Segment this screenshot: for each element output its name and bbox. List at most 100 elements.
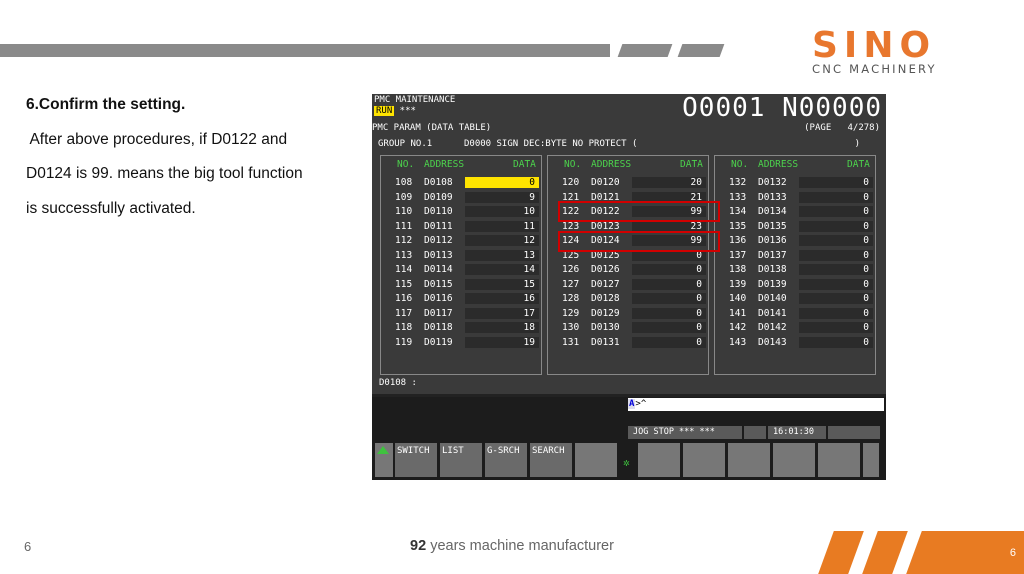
row-value[interactable]: 18 bbox=[465, 322, 539, 333]
row-value[interactable]: 0 bbox=[799, 336, 873, 348]
row-value[interactable]: 13 bbox=[465, 249, 539, 261]
table-row[interactable]: 111 D0111 11 bbox=[381, 220, 541, 235]
table-row[interactable]: 133 D0133 0 bbox=[715, 191, 875, 206]
table-row[interactable]: 142 D0142 0 bbox=[715, 322, 875, 336]
row-number: 142 bbox=[729, 322, 747, 333]
row-number: 110 bbox=[395, 206, 413, 217]
row-value[interactable]: 0 bbox=[632, 307, 706, 319]
table-row[interactable]: 130 D0130 0 bbox=[548, 322, 708, 336]
table-row[interactable]: 136 D0136 0 bbox=[715, 235, 875, 249]
table-row[interactable]: 127 D0127 0 bbox=[548, 278, 708, 293]
softkey-empty[interactable] bbox=[683, 443, 725, 477]
header-bar bbox=[0, 44, 610, 57]
table-row[interactable]: 110 D0110 10 bbox=[381, 206, 541, 220]
table-row[interactable]: 109 D0109 9 bbox=[381, 191, 541, 206]
table-row[interactable]: 117 D0117 17 bbox=[381, 307, 541, 322]
softkey-empty[interactable] bbox=[818, 443, 860, 477]
row-value[interactable]: 17 bbox=[465, 307, 539, 319]
row-address: D0140 bbox=[758, 293, 787, 304]
table-row[interactable]: 137 D0137 0 bbox=[715, 249, 875, 264]
row-value[interactable]: 15 bbox=[465, 278, 539, 290]
table-row[interactable]: 132 D0132 0 bbox=[715, 177, 875, 191]
row-value[interactable]: 0 bbox=[799, 264, 873, 275]
row-value[interactable]: 0 bbox=[465, 177, 539, 188]
row-value[interactable]: 19 bbox=[465, 336, 539, 348]
header-no: NO. bbox=[397, 159, 415, 170]
key-input-field[interactable]: A>^ bbox=[628, 398, 884, 411]
status-blank bbox=[828, 426, 880, 439]
table-row[interactable]: 128 D0128 0 bbox=[548, 293, 708, 307]
softkey-empty[interactable] bbox=[728, 443, 770, 477]
table-row[interactable]: 138 D0138 0 bbox=[715, 264, 875, 278]
gear-icon: ✲ bbox=[623, 456, 630, 469]
row-value[interactable]: 0 bbox=[799, 307, 873, 319]
table-row[interactable]: 116 D0116 16 bbox=[381, 293, 541, 307]
row-value[interactable]: 0 bbox=[799, 235, 873, 246]
slide-paragraph-line: is successfully activated. bbox=[26, 199, 196, 217]
row-value[interactable]: 0 bbox=[799, 249, 873, 261]
row-value[interactable]: 14 bbox=[465, 264, 539, 275]
table-row[interactable]: 108 D0108 0 bbox=[381, 177, 541, 191]
corner-number: 6 bbox=[1009, 547, 1016, 559]
row-value[interactable]: 0 bbox=[799, 191, 873, 203]
row-number: 120 bbox=[562, 177, 580, 188]
row-number: 133 bbox=[729, 191, 747, 203]
row-value[interactable]: 23 bbox=[632, 220, 706, 232]
row-address: D0114 bbox=[424, 264, 453, 275]
softkey-search[interactable]: SEARCH bbox=[530, 443, 572, 477]
row-value[interactable]: 0 bbox=[799, 177, 873, 188]
softkey-empty[interactable] bbox=[638, 443, 680, 477]
table-row[interactable]: 131 D0131 0 bbox=[548, 336, 708, 351]
table-row[interactable]: 141 D0141 0 bbox=[715, 307, 875, 322]
row-address: D0130 bbox=[591, 322, 620, 333]
table-row[interactable]: 135 D0135 0 bbox=[715, 220, 875, 235]
softkey-switch[interactable]: SWITCH bbox=[395, 443, 437, 477]
softkey-g-srch[interactable]: G-SRCH bbox=[485, 443, 527, 477]
header-data: DATA bbox=[847, 159, 870, 170]
row-address: D0126 bbox=[591, 264, 620, 275]
table-row[interactable]: 120 D0120 20 bbox=[548, 177, 708, 191]
logo-subtitle: CNC MACHINERY bbox=[812, 62, 937, 76]
table-row[interactable]: 134 D0134 0 bbox=[715, 206, 875, 220]
row-value[interactable]: 20 bbox=[632, 177, 706, 188]
row-address: D0120 bbox=[591, 177, 620, 188]
row-value[interactable]: 0 bbox=[632, 264, 706, 275]
row-value[interactable]: 0 bbox=[799, 293, 873, 304]
row-value[interactable]: 0 bbox=[799, 278, 873, 290]
row-number: 137 bbox=[729, 249, 747, 261]
table-row[interactable]: 139 D0139 0 bbox=[715, 278, 875, 293]
table-row[interactable]: 115 D0115 15 bbox=[381, 278, 541, 293]
row-value[interactable]: 0 bbox=[799, 220, 873, 232]
table-row[interactable]: 114 D0114 14 bbox=[381, 264, 541, 278]
row-value[interactable]: 0 bbox=[632, 336, 706, 348]
table-row[interactable]: 118 D0118 18 bbox=[381, 322, 541, 336]
table-row[interactable]: 119 D0119 19 bbox=[381, 336, 541, 351]
row-value[interactable]: 11 bbox=[465, 220, 539, 232]
row-value[interactable]: 0 bbox=[632, 322, 706, 333]
row-address: D0109 bbox=[424, 191, 453, 203]
softkey-next[interactable] bbox=[863, 443, 879, 477]
row-value[interactable]: 0 bbox=[632, 293, 706, 304]
row-value[interactable]: 9 bbox=[465, 191, 539, 203]
row-number: 128 bbox=[562, 293, 580, 304]
table-row[interactable]: 113 D0113 13 bbox=[381, 249, 541, 264]
table-row[interactable]: 143 D0143 0 bbox=[715, 336, 875, 351]
table-row[interactable]: 129 D0129 0 bbox=[548, 307, 708, 322]
softkey-empty[interactable] bbox=[575, 443, 617, 477]
row-value[interactable]: 0 bbox=[799, 206, 873, 217]
row-value[interactable]: 16 bbox=[465, 293, 539, 304]
table-row[interactable]: 112 D0112 12 bbox=[381, 235, 541, 249]
data-table-column: NO. ADDRESS DATA 132 D0132 0 133 D0133 0 134 D0134… bbox=[714, 155, 876, 375]
highlight-box-d0122 bbox=[558, 201, 720, 222]
row-value[interactable]: 10 bbox=[465, 206, 539, 217]
row-value[interactable]: 0 bbox=[632, 278, 706, 290]
softkey-empty[interactable] bbox=[773, 443, 815, 477]
row-value[interactable]: 12 bbox=[465, 235, 539, 246]
row-address: D0110 bbox=[424, 206, 453, 217]
table-row[interactable]: 140 D0140 0 bbox=[715, 293, 875, 307]
row-value[interactable]: 0 bbox=[799, 322, 873, 333]
highlight-box-d0124 bbox=[558, 231, 720, 252]
row-number: 113 bbox=[395, 249, 413, 261]
softkey-list[interactable]: LIST bbox=[440, 443, 482, 477]
table-row[interactable]: 126 D0126 0 bbox=[548, 264, 708, 278]
